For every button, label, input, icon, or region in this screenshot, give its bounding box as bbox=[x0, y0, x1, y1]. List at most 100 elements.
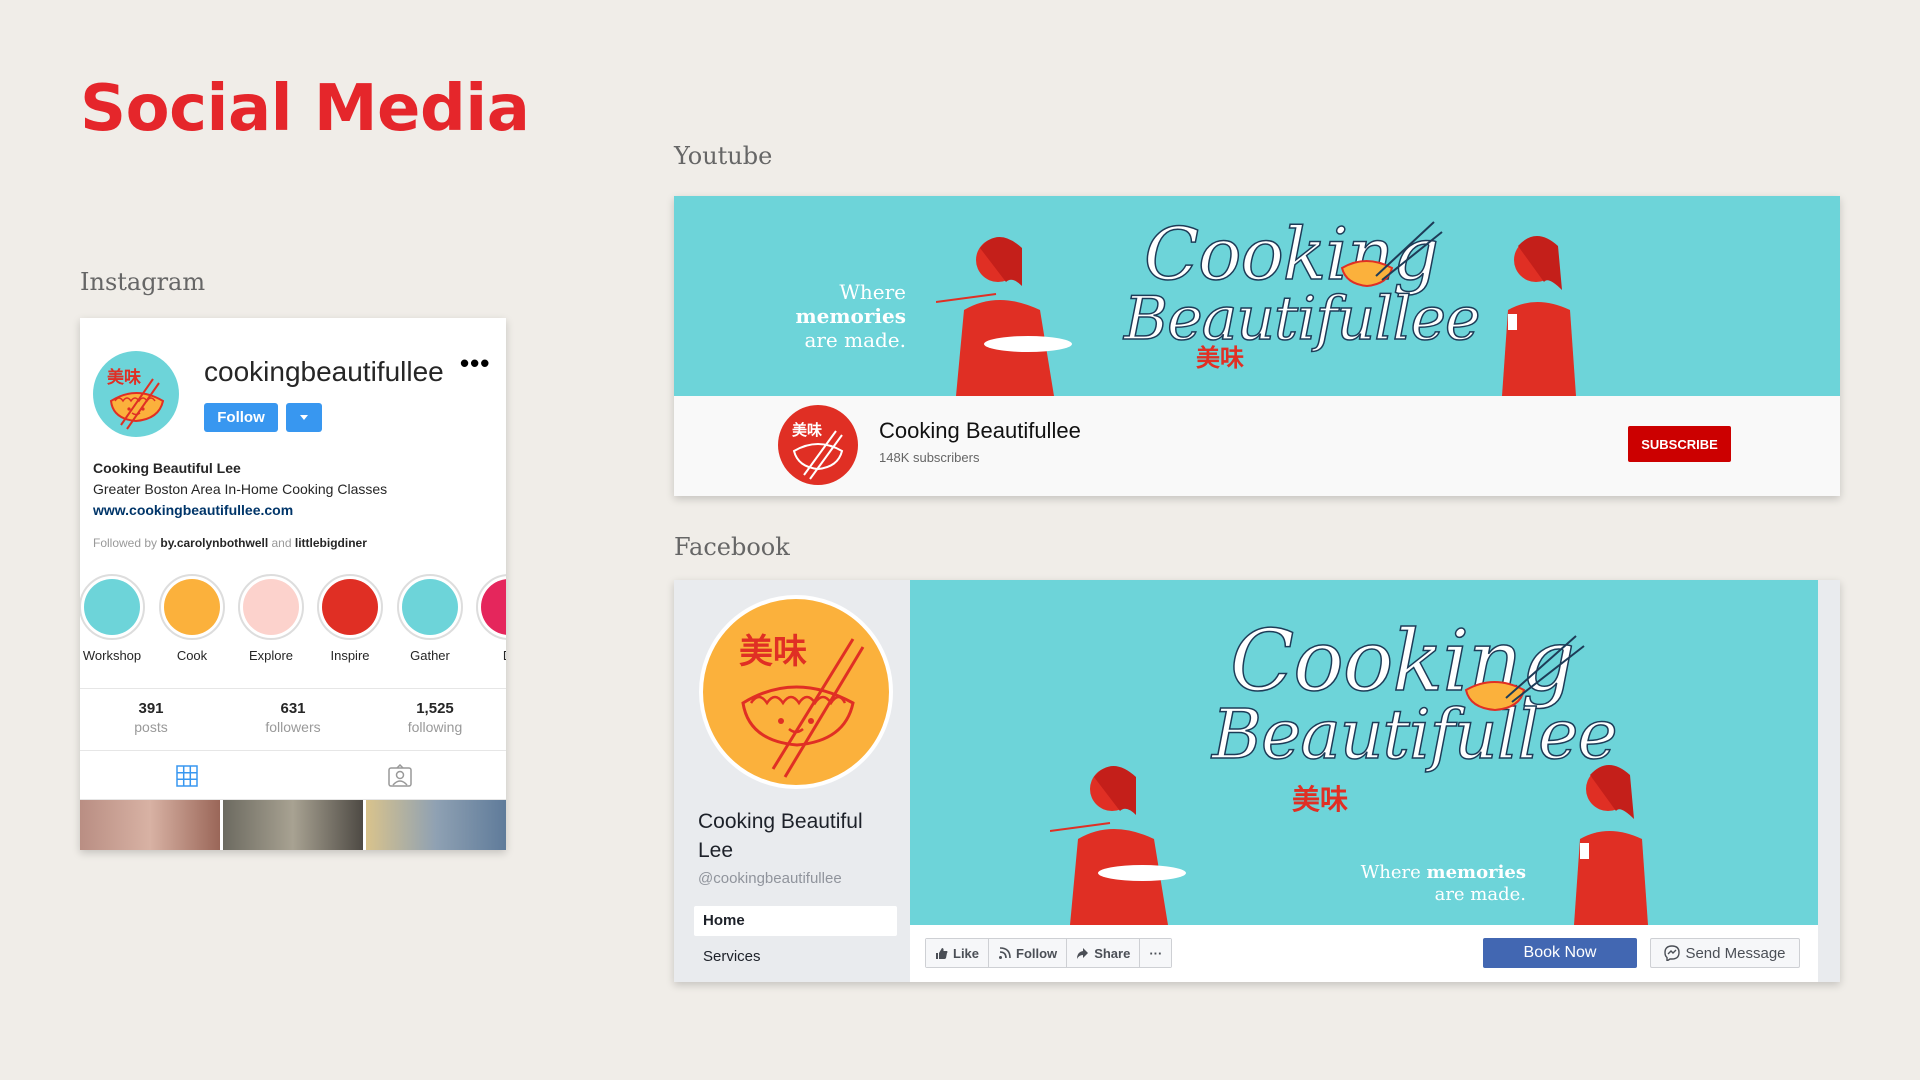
rss-icon bbox=[999, 946, 1011, 959]
follow-button[interactable]: Follow bbox=[204, 403, 278, 432]
instagram-stats: 391 posts 631 followers 1,525 following bbox=[80, 688, 506, 751]
thumbs-up-icon bbox=[936, 947, 948, 959]
youtube-avatar[interactable]: 美味 bbox=[778, 405, 858, 485]
stat-following[interactable]: 1,525 following bbox=[364, 689, 506, 750]
followed-user-2[interactable]: littlebigdiner bbox=[295, 536, 367, 550]
instagram-username: cookingbeautifullee bbox=[204, 356, 444, 387]
follow-page-button[interactable]: Follow bbox=[989, 939, 1068, 967]
stat-label: following bbox=[407, 719, 463, 735]
share-button[interactable]: Share bbox=[1067, 939, 1141, 967]
highlight-label: Explore bbox=[248, 648, 294, 663]
cover-tagline: Where memories are made. bbox=[1326, 862, 1526, 905]
like-button[interactable]: Like bbox=[926, 939, 990, 967]
instagram-profile-mockup: 美味 cookingbeautifullee ••• Follow Cookin… bbox=[80, 318, 506, 850]
sidebar-item-home[interactable]: Home bbox=[694, 906, 897, 936]
followed-by-text: Followed by by.carolynbothwell and littl… bbox=[93, 536, 367, 550]
tagline-bold: memories bbox=[1426, 862, 1526, 883]
brand-chinese: 美味 bbox=[1292, 783, 1349, 816]
stat-value: 1,525 bbox=[416, 700, 454, 717]
facebook-sidebar: 美味 Cooking Beautiful Lee @cookingbeautif… bbox=[674, 580, 910, 982]
follow-label: Follow bbox=[1016, 945, 1058, 961]
woman-with-wine-image bbox=[1574, 765, 1648, 925]
highlight-workshop[interactable]: Workshop bbox=[80, 574, 147, 663]
subscribe-button[interactable]: SUBSCRIBE bbox=[1628, 426, 1731, 462]
yoga-icon bbox=[322, 579, 378, 635]
tagged-user-icon bbox=[387, 763, 412, 787]
youtube-avatar-chinese: 美味 bbox=[792, 421, 822, 439]
page-title: Social Media bbox=[80, 72, 530, 146]
dumpling-logo-icon: 美味 bbox=[792, 421, 844, 480]
instagram-avatar[interactable]: 美味 bbox=[93, 351, 179, 437]
woman-eating-dumpling-image bbox=[936, 237, 1072, 396]
instagram-bio: Greater Boston Area In-Home Cooking Clas… bbox=[93, 481, 388, 497]
highlight-explore[interactable]: Explore bbox=[236, 574, 306, 663]
youtube-subscriber-count: 148K subscribers bbox=[879, 450, 980, 465]
brand-chinese: 美味 bbox=[1196, 344, 1244, 372]
highlight-label: Gather bbox=[410, 648, 450, 663]
airplane-icon bbox=[243, 579, 299, 635]
instagram-display-name: Cooking Beautiful Lee bbox=[93, 460, 241, 476]
send-message-button[interactable]: Send Message bbox=[1650, 938, 1800, 968]
highlight-label: Di bbox=[474, 648, 506, 663]
instagram-photo-grid bbox=[80, 800, 506, 850]
chevron-down-icon[interactable] bbox=[286, 403, 322, 432]
highlight-label: Workshop bbox=[82, 648, 142, 663]
book-now-button[interactable]: Book Now bbox=[1483, 938, 1637, 968]
highlight-gather[interactable]: Gather bbox=[395, 574, 465, 663]
flame-icon bbox=[402, 579, 458, 635]
tagline-pre: Where bbox=[839, 280, 906, 304]
instagram-website-link[interactable]: www.cookingbeautifullee.com bbox=[93, 502, 293, 518]
more-options-icon[interactable]: ••• bbox=[460, 348, 490, 379]
stat-label: posts bbox=[134, 719, 168, 735]
banner-tagline: Where memories are made. bbox=[726, 280, 906, 352]
facebook-cover-photo: Cooking Beautifullee 美味 Where memories ar… bbox=[910, 580, 1818, 925]
tagline-pre: Where bbox=[1360, 862, 1427, 883]
tagline-post: are made. bbox=[804, 328, 906, 352]
facebook-section-label: Facebook bbox=[674, 533, 790, 561]
tagline-bold: memories bbox=[795, 304, 906, 328]
pan-icon bbox=[164, 579, 220, 635]
tab-grid[interactable] bbox=[80, 752, 293, 799]
dish-icon bbox=[481, 579, 506, 635]
sidebar-item-services[interactable]: Services bbox=[694, 942, 897, 972]
stat-value: 391 bbox=[138, 700, 164, 717]
facebook-page-mockup: 美味 Cooking Beautiful Lee @cookingbeautif… bbox=[674, 580, 1840, 982]
youtube-banner: Where memories are made. Cooking Beautifu… bbox=[674, 196, 1840, 396]
more-options-button[interactable]: ··· bbox=[1140, 939, 1172, 967]
youtube-channel-bar: 美味 Cooking Beautifullee 148K subscribers… bbox=[674, 396, 1840, 496]
like-label: Like bbox=[953, 945, 980, 961]
woman-eating-dumpling-image bbox=[1050, 766, 1186, 925]
stat-followers[interactable]: 631 followers bbox=[222, 689, 364, 750]
facebook-action-bar: Like Follow Share ··· Book Now Send Mess… bbox=[910, 925, 1818, 982]
facebook-handle: @cookingbeautifullee bbox=[698, 870, 842, 887]
dumpling-chopsticks-icon bbox=[1340, 221, 1443, 288]
youtube-channel-mockup: Where memories are made. Cooking Beautifu… bbox=[674, 196, 1840, 496]
dumpling-logo-icon: 美味 bbox=[107, 367, 165, 430]
facebook-avatar-chinese: 美味 bbox=[739, 632, 807, 672]
send-message-label: Send Message bbox=[1685, 944, 1786, 962]
highlight-cook[interactable]: Cook bbox=[157, 574, 227, 663]
post-thumbnail[interactable] bbox=[80, 800, 220, 850]
tagline-post: are made. bbox=[1434, 883, 1526, 905]
instagram-section-label: Instagram bbox=[80, 268, 206, 296]
followed-by-and: and bbox=[268, 536, 295, 550]
post-thumbnail[interactable] bbox=[223, 800, 363, 850]
dumpling-chopsticks-icon bbox=[1464, 635, 1585, 712]
stat-posts[interactable]: 391 posts bbox=[80, 689, 222, 750]
tab-tagged[interactable] bbox=[293, 752, 506, 799]
stat-value: 631 bbox=[280, 700, 306, 717]
grid-icon bbox=[175, 764, 198, 787]
highlight-label: Cook bbox=[176, 648, 208, 663]
youtube-channel-name: Cooking Beautifullee bbox=[879, 418, 1081, 443]
highlight-di[interactable]: Di bbox=[474, 574, 506, 663]
dumpling-logo-icon: 美味 bbox=[739, 632, 865, 778]
followed-by-prefix: Followed by bbox=[93, 536, 161, 550]
woman-with-wine-image bbox=[1502, 236, 1576, 396]
highlight-inspire[interactable]: Inspire bbox=[315, 574, 385, 663]
more-options-icon: ··· bbox=[1149, 945, 1163, 961]
post-thumbnail[interactable] bbox=[366, 800, 506, 850]
followed-user-1[interactable]: by.carolynbothwell bbox=[160, 536, 268, 550]
facebook-avatar[interactable]: 美味 bbox=[699, 595, 893, 789]
share-label: Share bbox=[1094, 945, 1131, 961]
messenger-icon bbox=[1664, 945, 1681, 961]
